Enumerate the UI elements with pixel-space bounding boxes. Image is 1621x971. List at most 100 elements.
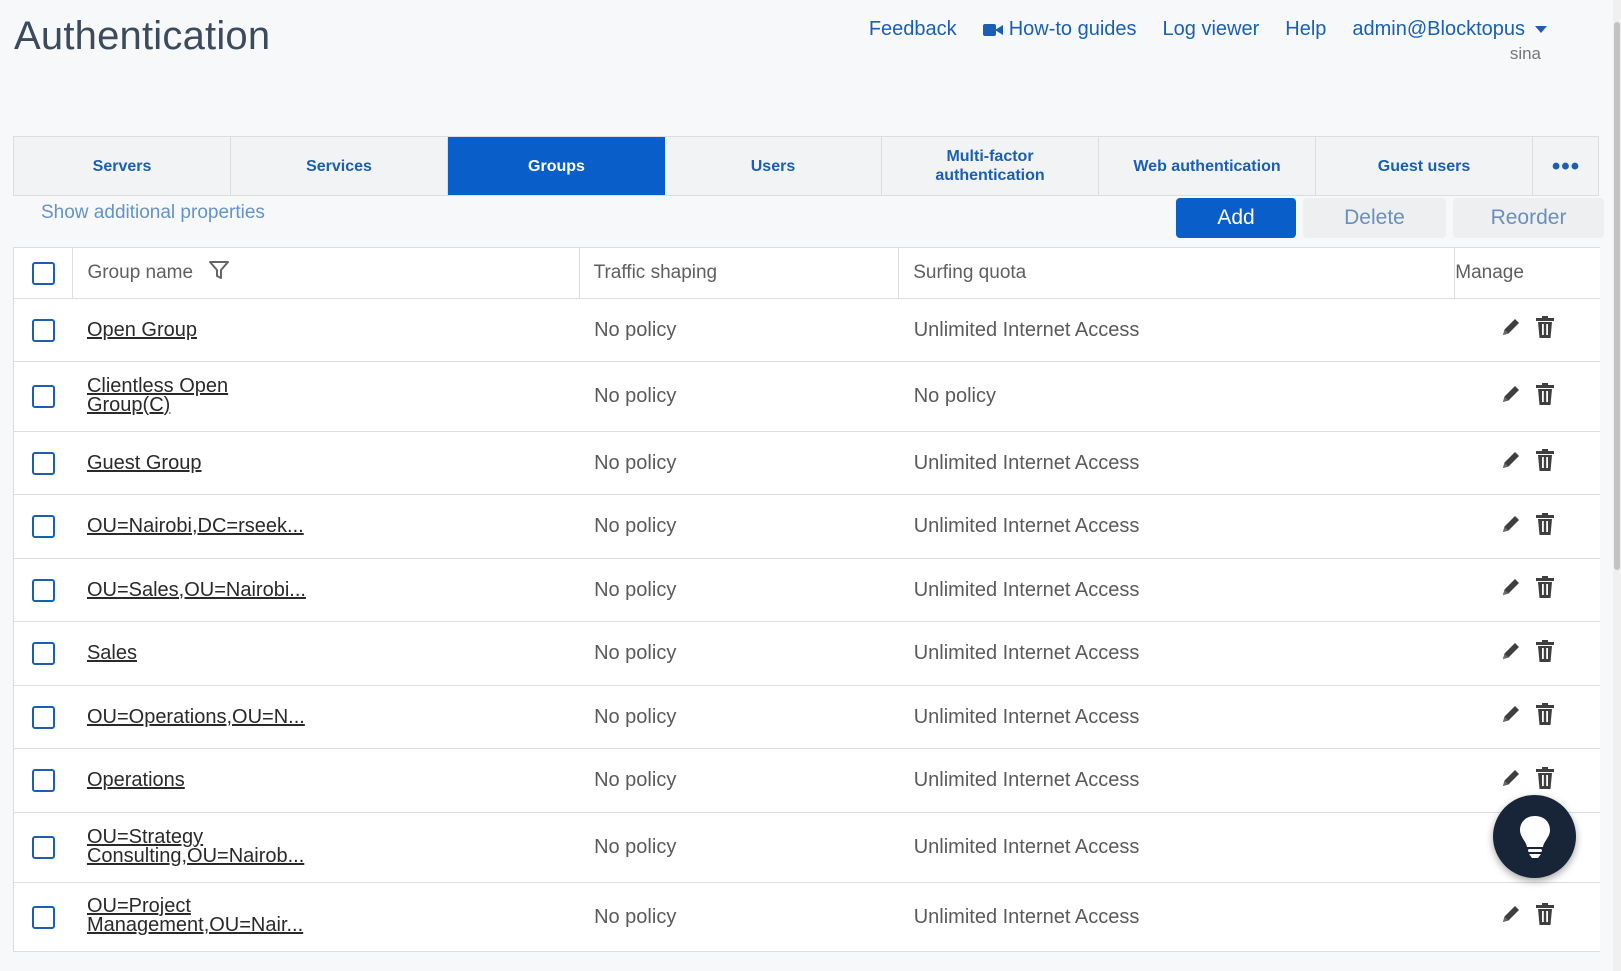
sub-user-label: sina — [1509, 44, 1541, 63]
edit-icon[interactable] — [1499, 766, 1523, 796]
group-name-link[interactable]: Operations — [87, 770, 185, 790]
traffic-shaping-cell: No policy — [579, 812, 899, 883]
manage-cell — [1454, 494, 1600, 559]
scrollbar-thumb[interactable] — [1614, 22, 1620, 570]
edit-icon[interactable] — [1499, 702, 1523, 732]
traffic-shaping-cell: No policy — [579, 748, 899, 813]
table-row: OU=Sales,OU=Nairobi... No policy Unlimit… — [12, 558, 1600, 622]
row-checkbox[interactable] — [31, 451, 55, 475]
tab-multi-factor-authentication[interactable]: Multi-factor authentication — [882, 137, 1099, 195]
edit-icon[interactable] — [1499, 639, 1523, 669]
edit-icon[interactable] — [1499, 512, 1523, 542]
group-name-link[interactable]: OU=Nairobi,DC=rseek... — [87, 516, 304, 536]
traffic-shaping-cell: No policy — [579, 621, 899, 686]
group-name-cell: Guest Group — [72, 431, 580, 495]
traffic-shaping-cell: No policy — [579, 558, 899, 622]
tab-servers[interactable]: Servers — [14, 137, 231, 195]
trash-icon[interactable] — [1534, 448, 1556, 478]
surfing-quota-cell: Unlimited Internet Access — [898, 431, 1455, 495]
group-name-link[interactable]: Sales — [87, 643, 137, 663]
table-row: Guest Group No policy Unlimited Internet… — [12, 431, 1600, 495]
tab-guest-users[interactable]: Guest users — [1316, 137, 1533, 195]
group-name-link[interactable]: OU=Sales,OU=Nairobi... — [87, 580, 306, 600]
row-checkbox-cell — [12, 298, 73, 362]
row-checkbox-cell — [12, 494, 73, 559]
trash-icon[interactable] — [1534, 575, 1556, 605]
row-checkbox-cell — [12, 748, 73, 813]
trash-icon[interactable] — [1534, 639, 1556, 669]
lightbulb-icon — [1519, 815, 1550, 858]
filter-icon[interactable] — [208, 259, 230, 287]
tab-users[interactable]: Users — [665, 137, 882, 195]
howto-link[interactable]: How-to guides — [982, 18, 1137, 41]
row-checkbox-cell — [12, 431, 73, 495]
edit-icon[interactable] — [1499, 448, 1523, 478]
edit-icon[interactable] — [1499, 575, 1523, 605]
group-name-link[interactable]: OU=Strategy Consulting,OU=Nairob... — [87, 827, 317, 866]
traffic-shaping-cell: No policy — [579, 882, 899, 952]
tab-services[interactable]: Services — [231, 137, 448, 195]
add-button[interactable]: Add — [1176, 198, 1296, 238]
row-checkbox[interactable] — [31, 642, 55, 666]
edit-icon[interactable] — [1499, 382, 1523, 412]
tips-button[interactable] — [1493, 795, 1576, 878]
surfing-quota-cell: Unlimited Internet Access — [898, 298, 1455, 362]
select-all-checkbox[interactable] — [31, 261, 55, 285]
edit-icon[interactable] — [1499, 315, 1523, 345]
feedback-link[interactable]: Feedback — [869, 18, 957, 41]
traffic-shaping-cell: No policy — [579, 494, 899, 559]
tab-groups[interactable]: Groups — [448, 137, 665, 195]
traffic-shaping-cell: No policy — [579, 361, 899, 432]
chevron-down-icon — [1535, 26, 1547, 33]
admin-menu[interactable]: admin@Blocktopus — [1352, 18, 1547, 41]
show-additional-properties-link[interactable]: Show additional properties — [41, 202, 265, 224]
manage-cell — [1454, 882, 1600, 952]
trash-icon[interactable] — [1534, 512, 1556, 542]
admin-label: admin@Blocktopus — [1352, 18, 1525, 40]
tab-web-authentication[interactable]: Web authentication — [1099, 137, 1316, 195]
row-checkbox[interactable] — [31, 318, 55, 342]
more-tabs-button[interactable]: ••• — [1533, 137, 1599, 195]
group-name-cell: OU=Nairobi,DC=rseek... — [72, 494, 580, 559]
table-row: OU=Operations,OU=N... No policy Unlimite… — [12, 685, 1600, 749]
traffic-shaping-header: Traffic shaping — [578, 247, 899, 299]
help-link[interactable]: Help — [1285, 18, 1326, 41]
page-scrollbar[interactable] — [1611, 0, 1621, 971]
group-name-link[interactable]: Clientless Open Group(C) — [87, 376, 317, 415]
howto-label: How-to guides — [1008, 18, 1137, 40]
row-checkbox[interactable] — [31, 705, 55, 729]
edit-icon[interactable] — [1499, 902, 1523, 932]
row-checkbox[interactable] — [31, 769, 55, 793]
table-row: OU=Project Management,OU=Nair... No poli… — [12, 882, 1600, 952]
group-name-link[interactable]: Guest Group — [87, 453, 202, 473]
manage-cell — [1454, 361, 1600, 432]
trash-icon[interactable] — [1534, 702, 1556, 732]
row-checkbox-cell — [12, 361, 73, 432]
video-camera-icon — [982, 23, 1003, 37]
traffic-shaping-cell: No policy — [579, 685, 899, 749]
manage-header: Manage — [1454, 247, 1600, 299]
group-name-link[interactable]: OU=Operations,OU=N... — [87, 707, 305, 727]
trash-icon[interactable] — [1534, 382, 1556, 412]
row-checkbox-cell — [12, 812, 73, 883]
reorder-button[interactable]: Reorder — [1453, 198, 1604, 238]
traffic-shaping-cell: No policy — [579, 431, 899, 495]
row-checkbox-cell — [12, 558, 73, 622]
trash-icon[interactable] — [1534, 315, 1556, 345]
group-name-link[interactable]: OU=Project Management,OU=Nair... — [87, 896, 317, 935]
group-name-link[interactable]: Open Group — [87, 320, 197, 340]
manage-cell — [1454, 298, 1600, 362]
top-nav: Feedback How-to guides Log viewer Help a… — [869, 18, 1547, 41]
trash-icon[interactable] — [1534, 902, 1556, 932]
row-checkbox[interactable] — [31, 578, 55, 602]
log-viewer-link[interactable]: Log viewer — [1163, 18, 1260, 41]
row-checkbox[interactable] — [31, 385, 55, 409]
row-checkbox[interactable] — [31, 515, 55, 539]
delete-button[interactable]: Delete — [1303, 198, 1446, 238]
surfing-quota-cell: Unlimited Internet Access — [898, 748, 1455, 813]
row-checkbox[interactable] — [31, 905, 55, 929]
trash-icon[interactable] — [1534, 766, 1556, 796]
row-checkbox[interactable] — [31, 836, 55, 860]
group-name-header-label: Group name — [87, 262, 194, 284]
row-checkbox-cell — [12, 685, 73, 749]
